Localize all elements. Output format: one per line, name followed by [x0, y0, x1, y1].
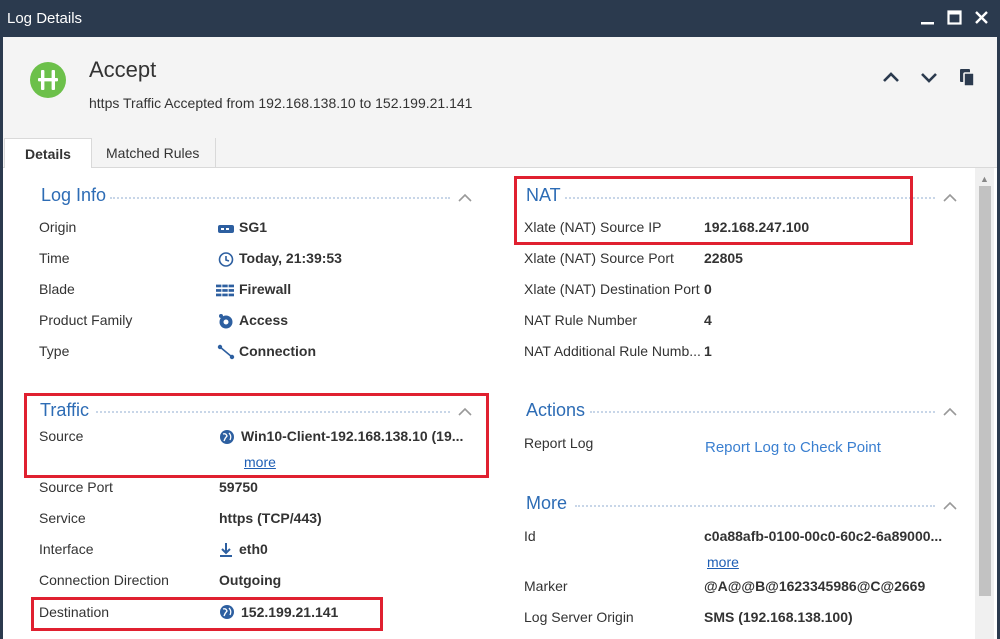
section-divider: [590, 411, 935, 413]
field-label-marker: Marker: [524, 578, 568, 594]
highlight-box-traffic-source: [24, 393, 489, 478]
field-label-report-log: Report Log: [524, 435, 594, 451]
chevron-down-icon[interactable]: [918, 66, 940, 88]
field-label-service: Service: [39, 510, 86, 526]
field-value-marker: @A@@B@1623345986@C@2669: [704, 578, 926, 594]
access-icon: [219, 314, 233, 329]
field-value-type: Connection: [239, 343, 316, 359]
clock-icon: [218, 252, 234, 267]
tab-details[interactable]: Details: [4, 138, 92, 169]
log-header: Accept https Traffic Accepted from 192.1…: [3, 37, 997, 130]
field-label-nat-destination-port: Xlate (NAT) Destination Port: [524, 281, 700, 297]
maximize-icon[interactable]: [945, 8, 965, 28]
field-value-interface: eth0: [239, 541, 268, 557]
download-arrow-icon: [220, 543, 232, 557]
copy-icon[interactable]: [956, 66, 978, 88]
minimize-icon[interactable]: [918, 8, 938, 28]
chevron-up-icon[interactable]: [880, 66, 902, 88]
section-title-log-info: Log Info: [41, 185, 111, 206]
log-action-title: Accept: [89, 57, 157, 82]
field-value-origin: SG1: [239, 219, 268, 235]
field-label-source-port: Source Port: [39, 479, 113, 495]
field-label-product-family: Product Family: [39, 312, 133, 328]
field-value-connection-direction: Outgoing: [219, 572, 282, 588]
report-log-link[interactable]: Report Log to Check Point: [705, 439, 881, 456]
field-value-product-family: Access: [239, 312, 289, 328]
collapse-icon[interactable]: [457, 193, 473, 203]
scroll-up-arrow-icon[interactable]: ▲: [980, 174, 989, 184]
tab-bar: Details Matched Rules: [3, 130, 997, 169]
tab-matched-rules[interactable]: Matched Rules: [92, 138, 216, 169]
firewall-icon: [216, 284, 234, 297]
field-label-blade: Blade: [39, 281, 75, 297]
field-value-service: https (TCP/443): [219, 510, 322, 526]
field-value-time: Today, 21:39:53: [239, 250, 342, 266]
connection-icon: [217, 344, 235, 360]
field-label-type: Type: [39, 343, 70, 359]
field-value-log-server-origin: SMS (192.168.138.100): [704, 609, 853, 625]
section-title-actions: Actions: [526, 400, 590, 421]
log-description: https Traffic Accepted from 192.168.138.…: [89, 95, 473, 111]
window-title: Log Details: [7, 10, 83, 27]
field-label-nat-rule-number: NAT Rule Number: [524, 312, 638, 328]
highlight-box-nat: [514, 176, 913, 245]
close-icon[interactable]: [972, 8, 992, 28]
field-label-log-server-origin: Log Server Origin: [524, 609, 634, 625]
field-label-interface: Interface: [39, 541, 94, 557]
field-value-blade: Firewall: [239, 281, 292, 297]
highlight-box-destination: [31, 597, 383, 631]
field-label-origin: Origin: [39, 219, 77, 235]
collapse-icon[interactable]: [942, 193, 958, 203]
field-value-nat-destination-port: 0: [704, 281, 712, 297]
collapse-icon[interactable]: [942, 407, 958, 417]
field-value-id: c0a88afb-0100-00c0-60c2-6a89000...: [704, 528, 943, 544]
section-divider: [575, 505, 935, 507]
section-divider: [110, 197, 450, 199]
field-value-nat-rule-number: 4: [704, 312, 712, 328]
section-title-more: More: [526, 493, 572, 514]
field-label-nat-source-port: Xlate (NAT) Source Port: [524, 250, 674, 266]
field-value-source-port: 59750: [219, 479, 258, 495]
field-value-nat-source-port: 22805: [704, 250, 743, 266]
field-label-time: Time: [39, 250, 70, 266]
field-value-nat-additional-rule-number: 1: [704, 343, 712, 359]
id-more-link[interactable]: more: [707, 554, 739, 570]
collapse-icon[interactable]: [942, 501, 958, 511]
accept-icon: [30, 62, 66, 98]
field-label-nat-additional-rule-number: NAT Additional Rule Numb...: [524, 343, 701, 359]
window-titlebar: Log Details: [0, 0, 1000, 37]
gateway-icon: [218, 225, 234, 233]
field-label-connection-direction: Connection Direction: [39, 572, 169, 588]
field-label-id: Id: [524, 528, 536, 544]
scrollbar-thumb[interactable]: [979, 186, 991, 596]
